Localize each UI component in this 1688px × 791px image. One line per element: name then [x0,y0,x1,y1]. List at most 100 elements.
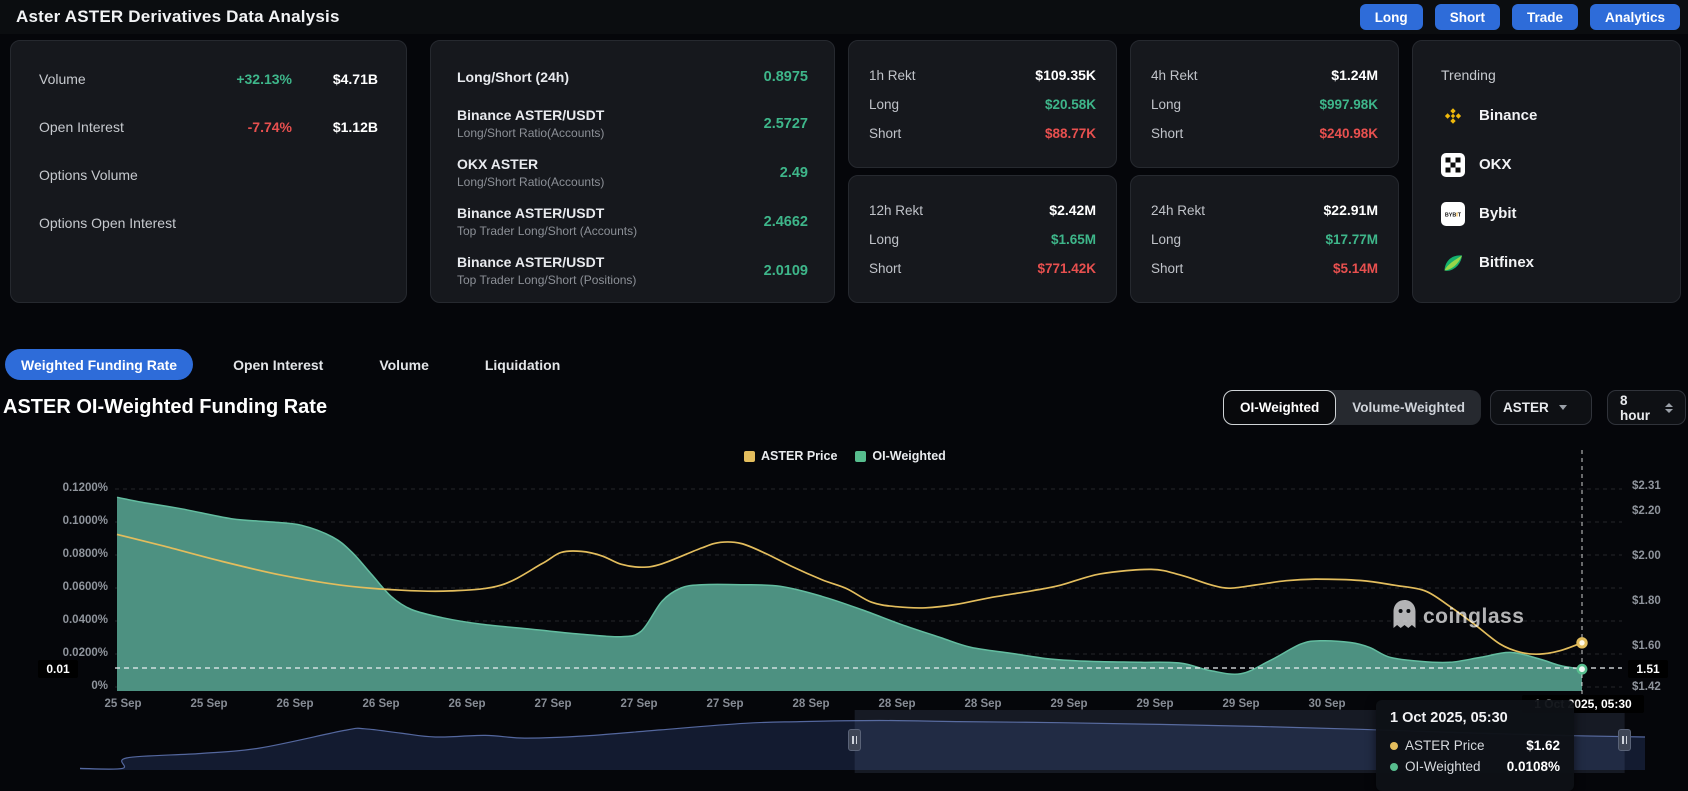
x-axis-tick: 25 Sep [190,698,227,710]
funding-axis-tick: 0.1200% [20,482,108,494]
stat-label: Options Volume [39,167,138,183]
tab-open-interest[interactable]: Open Interest [217,349,339,380]
price-axis-tick: $1.80 [1632,595,1661,607]
stat-row-volume: Volume+32.13%$4.71B [39,55,378,103]
trending-item-name: Bitfinex [1479,254,1534,271]
price-axis-tick: $2.31 [1632,480,1661,492]
trending-item-bitfinex[interactable]: Bitfinex [1441,238,1652,287]
coinglass-text: coinglass [1423,605,1524,629]
funding-axis-tick: 0.0400% [20,614,108,626]
ratio-value: 2.5727 [764,116,808,132]
ratio-title: OKX ASTER [457,156,604,172]
x-axis-tick: 27 Sep [620,698,657,710]
nav-handle-left[interactable] [848,729,861,751]
trending-title: Trending [1441,59,1652,91]
ratio-value: 0.8975 [764,69,808,85]
legend-oi-weighted[interactable]: OI-Weighted [855,449,945,463]
tooltip-date: 1 Oct 2025, 05:30 [1390,710,1560,726]
long-short-ratio-card: Long/Short (24h)0.8975 Binance ASTER/USDT… [430,40,835,303]
rekt-total: $1.24M [1331,67,1378,83]
ratio-subtitle: Long/Short Ratio(Accounts) [457,175,604,189]
x-axis-tick: 28 Sep [792,698,829,710]
rekt-total: $2.42M [1049,202,1096,218]
ratio-row-okx-asterlong-short-ratio-accounts-: OKX ASTER Long/Short Ratio(Accounts) 2.49 [457,148,808,197]
chart-legend: ASTER Price OI-Weighted [744,449,946,463]
nav-handle-right[interactable] [1618,729,1631,751]
ratio-row-long-short-24h-: Long/Short (24h)0.8975 [457,55,808,99]
stat-value: $1.12B [292,119,378,135]
trending-item-name: Bybit [1479,205,1517,222]
okx-logo-icon [1441,153,1465,177]
rekt-long-label: Long [869,232,899,247]
funding-axis-tick: 0% [20,680,108,692]
header-button-analytics[interactable]: Analytics [1590,4,1680,30]
chevron-down-icon [1559,405,1567,410]
market-stats-card: Volume+32.13%$4.71BOpen Interest-7.74%$1… [10,40,407,303]
svg-text:BYBIT: BYBIT [1445,212,1462,218]
rekt-card-12h-rekt: 12h Rekt$2.42MLong$1.65MShort$771.42K [848,175,1117,303]
header-button-long[interactable]: Long [1360,4,1423,30]
oi-weighted-swatch [855,451,866,462]
toggle-oi-weighted[interactable]: OI-Weighted [1223,390,1336,425]
ratio-row-binance-aster-usdttop-trader-long-short-positions-: Binance ASTER/USDTTop Trader Long/Short … [457,246,808,295]
rekt-total: $109.35K [1035,67,1096,83]
rekt-period: 12h Rekt [869,203,923,218]
rekt-total: $22.91M [1324,202,1378,218]
rekt-long-label: Long [869,97,899,112]
aster-price-dot [1390,742,1398,750]
rekt-short-value: $240.98K [1319,126,1378,141]
header-button-trade[interactable]: Trade [1512,4,1578,30]
trending-item-okx[interactable]: OKX [1441,140,1652,189]
trending-item-binance[interactable]: Binance [1441,91,1652,140]
header-button-short[interactable]: Short [1435,4,1500,30]
interval-select[interactable]: 8 hour [1607,390,1686,425]
current-price-badge: 1.51 [1628,660,1668,678]
chart-title: ASTER OI-Weighted Funding Rate [3,396,327,419]
x-axis-tick: 28 Sep [964,698,1001,710]
ratio-value: 2.49 [780,165,808,181]
funding-axis-tick: 0.0600% [20,581,108,593]
stat-label: Volume [39,71,86,87]
trending-item-bybit[interactable]: BYBIT Bybit [1441,189,1652,238]
x-axis-tick: 26 Sep [362,698,399,710]
price-axis-tick: $1.42 [1632,681,1661,693]
rekt-long-value: $17.77M [1325,232,1378,247]
rekt-cards-grid: 1h Rekt$109.35KLong$20.58KShort$88.77K4h… [848,40,1399,303]
x-axis-tick: 29 Sep [1050,698,1087,710]
rekt-period: 4h Rekt [1151,68,1198,83]
ratio-subtitle: Long/Short Ratio(Accounts) [457,126,604,140]
x-axis-tick: 26 Sep [448,698,485,710]
aster-price-swatch [744,451,755,462]
symbol-select[interactable]: ASTER [1490,390,1592,425]
ratio-subtitle: Top Trader Long/Short (Accounts) [457,224,637,238]
tab-liquidation[interactable]: Liquidation [469,349,576,380]
rekt-short-label: Short [1151,261,1183,276]
rekt-short-label: Short [869,261,901,276]
binance-logo-icon [1441,104,1465,128]
price-axis-tick: $2.20 [1632,505,1661,517]
trending-list: Binance OKX BYBIT Bybit Bitfinex [1441,91,1652,287]
rekt-short-label: Short [1151,126,1183,141]
trending-item-name: Binance [1479,107,1537,124]
x-axis-tick: 25 Sep [104,698,141,710]
tooltip-row-price: ASTER Price $1.62 [1390,735,1560,756]
rekt-short-value: $771.42K [1037,261,1096,276]
legend-aster-price[interactable]: ASTER Price [744,449,837,463]
stat-value: $4.71B [292,71,378,87]
price-axis-tick: $1.60 [1632,640,1661,652]
rekt-short-value: $5.14M [1333,261,1378,276]
x-axis-tick: 27 Sep [706,698,743,710]
stat-row-options-volume: Options Volume [39,151,378,199]
price-axis-tick: $2.00 [1632,550,1661,562]
toggle-volume-weighted[interactable]: Volume-Weighted [1336,390,1481,425]
symbol-select-value: ASTER [1503,400,1549,415]
rekt-long-value: $20.58K [1045,97,1096,112]
ratio-title: Binance ASTER/USDT [457,205,637,221]
tab-weighted-funding-rate[interactable]: Weighted Funding Rate [5,349,193,380]
rekt-period: 24h Rekt [1151,203,1205,218]
stat-row-options-open-interest: Options Open Interest [39,199,378,247]
tab-volume[interactable]: Volume [363,349,445,380]
stat-row-open-interest: Open Interest-7.74%$1.12B [39,103,378,151]
chart-tooltip: 1 Oct 2025, 05:30 ASTER Price $1.62 OI-W… [1376,700,1574,791]
x-axis-tick: 28 Sep [878,698,915,710]
